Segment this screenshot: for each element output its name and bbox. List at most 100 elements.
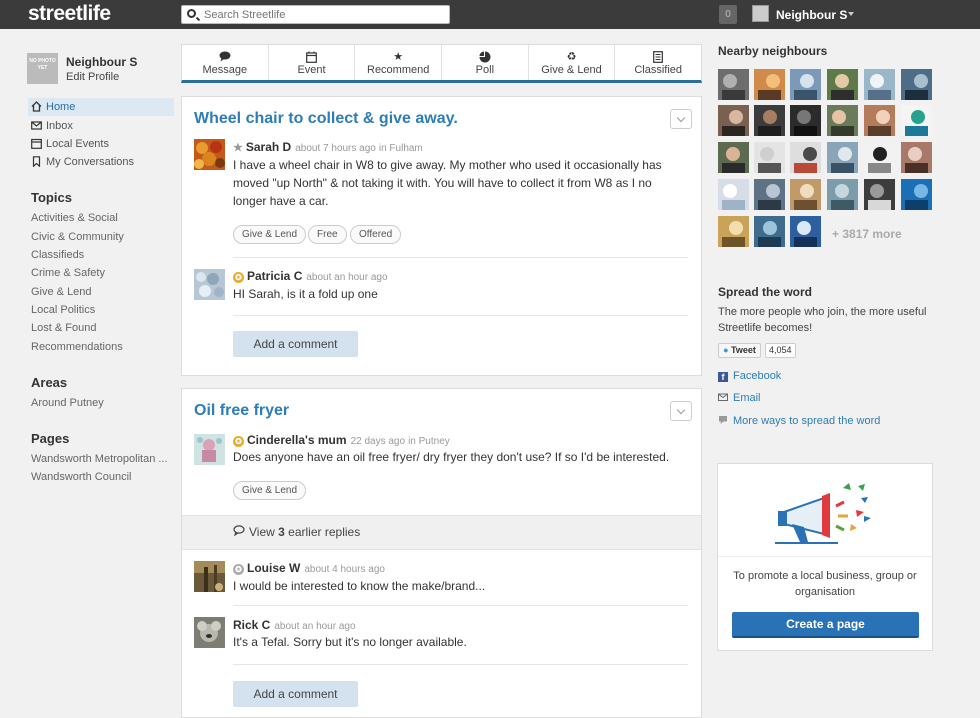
spread-word-text: The more people who join, the more usefu…: [718, 306, 927, 334]
topic-link[interactable]: Activities & Social: [31, 212, 118, 224]
tag-chip[interactable]: Give & Lend: [233, 481, 307, 500]
streetlife-logo[interactable]: streetlife: [28, 2, 111, 26]
create-page-button[interactable]: Create a page: [732, 612, 919, 638]
profile-name[interactable]: Neighbour S: [66, 55, 137, 69]
topic-link[interactable]: Civic & Community: [31, 231, 124, 243]
topic-link[interactable]: Crime & Safety: [31, 267, 105, 279]
tab-poll[interactable]: Poll: [442, 45, 529, 80]
neighbour-avatar[interactable]: [790, 142, 821, 173]
tab-message[interactable]: Message: [182, 45, 269, 80]
avatar[interactable]: [194, 434, 225, 465]
comment-author[interactable]: Rick Cabout an hour ago: [233, 618, 356, 632]
neighbour-avatar[interactable]: [718, 216, 749, 247]
avatar[interactable]: [194, 617, 225, 648]
post-author[interactable]: ★ Sarah Dabout 7 hours ago in Fulham: [233, 140, 423, 154]
avatar[interactable]: [194, 561, 225, 592]
post-body: I have a wheel chair in W8 to give away.…: [233, 158, 662, 208]
area-link[interactable]: Around Putney: [31, 397, 104, 409]
neighbour-avatar[interactable]: [901, 142, 932, 173]
neighbour-avatar[interactable]: [718, 69, 749, 100]
neighbour-avatar[interactable]: [864, 142, 895, 173]
email-share-link[interactable]: Email: [718, 392, 761, 404]
neighbour-avatar[interactable]: [790, 216, 821, 247]
nav-item-inbox[interactable]: Inbox: [28, 117, 174, 135]
neighbour-avatar[interactable]: [718, 105, 749, 136]
user-menu-name[interactable]: Neighbour S: [776, 8, 847, 22]
neighbour-avatar[interactable]: [754, 216, 785, 247]
page-link[interactable]: Wandsworth Council: [31, 471, 131, 483]
tab-label: Recommend: [367, 64, 430, 76]
neighbour-avatar[interactable]: [901, 179, 932, 210]
tab-classified[interactable]: Classified: [615, 45, 701, 80]
more-ways-link[interactable]: More ways to spread the word: [718, 415, 880, 427]
tag-chip[interactable]: Offered: [350, 225, 402, 244]
neighbour-avatar[interactable]: [827, 105, 858, 136]
profile-photo-text: NO PHOTO YET: [29, 58, 56, 71]
post-title[interactable]: Oil free fryer: [194, 402, 289, 420]
neighbour-avatar[interactable]: [827, 179, 858, 210]
add-comment-button[interactable]: Add a comment: [233, 681, 358, 707]
neighbour-avatar[interactable]: [864, 179, 895, 210]
topic-link[interactable]: Classifieds: [31, 249, 84, 261]
comment-body: I would be interested to know the make/b…: [233, 579, 486, 593]
badge-icon: ✪: [233, 436, 244, 447]
badge-icon: ✪: [233, 272, 244, 283]
add-comment-button[interactable]: Add a comment: [233, 331, 358, 357]
neighbour-avatar[interactable]: [864, 105, 895, 136]
topic-link[interactable]: Recommendations: [31, 341, 123, 353]
chevron-down-icon[interactable]: [670, 109, 692, 129]
search-box[interactable]: [181, 5, 450, 24]
neighbour-avatar[interactable]: [754, 179, 785, 210]
post-body: Does anyone have an oil free fryer/ dry …: [233, 450, 670, 464]
post-title[interactable]: Wheel chair to collect & give away.: [194, 110, 458, 128]
nav-item-local-events[interactable]: Local Events: [28, 135, 174, 153]
search-input[interactable]: [204, 7, 444, 22]
chevron-down-icon[interactable]: [848, 12, 854, 16]
page-link[interactable]: Wandsworth Metropolitan ...: [31, 453, 168, 465]
tag-chip[interactable]: Give & Lend: [233, 225, 307, 244]
search-icon: [187, 9, 196, 18]
edit-profile-link[interactable]: Edit Profile: [66, 71, 119, 83]
more-neighbours-link[interactable]: + 3817 more: [832, 227, 902, 241]
speech-bubble-icon: [718, 415, 728, 425]
neighbour-avatar[interactable]: [827, 142, 858, 173]
tab-label: Classified: [634, 64, 683, 76]
comment-time: about 4 hours ago: [304, 564, 385, 575]
chevron-down-icon[interactable]: [670, 401, 692, 421]
avatar[interactable]: [194, 139, 225, 170]
avatar[interactable]: [194, 269, 225, 300]
nav-item-my-conversations[interactable]: My Conversations: [28, 153, 174, 171]
author-name: Rick C: [233, 618, 271, 632]
topic-link[interactable]: Lost & Found: [31, 322, 96, 334]
speech-bubble-icon: [233, 516, 245, 549]
profile-photo-placeholder[interactable]: NO PHOTO YET: [27, 53, 58, 84]
neighbour-avatar[interactable]: [754, 69, 785, 100]
neighbour-avatar[interactable]: [754, 142, 785, 173]
neighbour-avatar[interactable]: [864, 69, 895, 100]
neighbour-avatar[interactable]: [901, 105, 932, 136]
neighbour-avatar[interactable]: [754, 105, 785, 136]
nav-label: My Conversations: [46, 156, 135, 168]
comment-author[interactable]: ✪ Patricia Cabout an hour ago: [233, 269, 388, 283]
neighbour-avatar[interactable]: [827, 69, 858, 100]
topic-link[interactable]: Give & Lend: [31, 286, 92, 298]
neighbour-avatar[interactable]: [790, 179, 821, 210]
neighbour-avatar[interactable]: [790, 105, 821, 136]
tab-give-lend[interactable]: ♻ Give & Lend: [529, 45, 616, 80]
tag-chip[interactable]: Free: [308, 225, 347, 244]
user-avatar[interactable]: [752, 5, 769, 22]
facebook-share-link[interactable]: f Facebook: [718, 370, 781, 382]
topic-link[interactable]: Local Politics: [31, 304, 95, 316]
tweet-button[interactable]: ● Tweet: [718, 343, 761, 358]
neighbour-avatar[interactable]: [718, 142, 749, 173]
tab-recommend[interactable]: ★ Recommend: [355, 45, 443, 80]
neighbour-avatar[interactable]: [790, 69, 821, 100]
post-author[interactable]: ✪ Cinderella's mum 22 days ago in Putney: [233, 433, 450, 447]
view-earlier-replies[interactable]: View 3 earlier replies: [182, 515, 701, 550]
neighbour-avatar[interactable]: [718, 179, 749, 210]
comment-author[interactable]: ✪ Louise Wabout 4 hours ago: [233, 561, 385, 575]
notification-count[interactable]: 0: [719, 5, 737, 24]
neighbour-avatar[interactable]: [901, 69, 932, 100]
tab-event[interactable]: Event: [269, 45, 356, 80]
nav-item-home[interactable]: Home: [28, 98, 174, 116]
